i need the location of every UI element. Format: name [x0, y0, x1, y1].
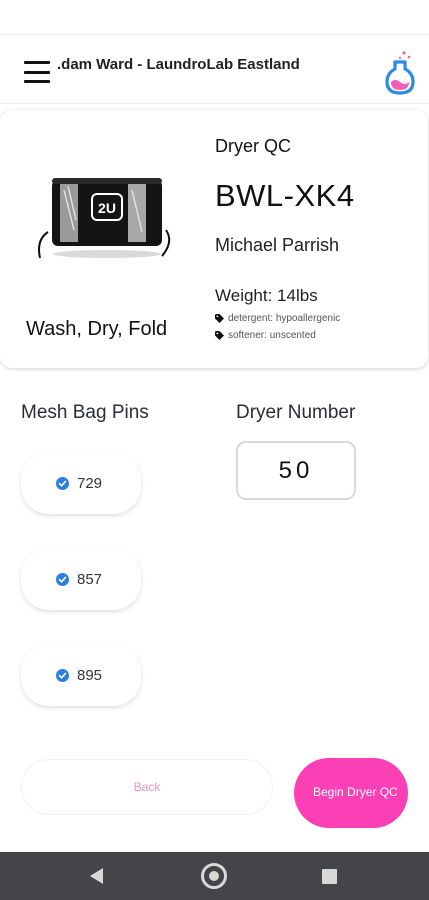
dryer-number-label: Dryer Number	[236, 402, 356, 423]
service-type: Wash, Dry, Fold	[26, 318, 168, 340]
order-card: 2U Wash, Dry, Fold Dryer QC BWL-XK4 Mich…	[0, 110, 428, 368]
qc-stage-label: Dryer QC	[215, 136, 291, 156]
order-weight: Weight: 14lbs	[215, 286, 318, 305]
tag-icon	[215, 314, 224, 323]
mesh-bag-pin[interactable]: 857	[21, 548, 141, 610]
check-circle-icon	[56, 476, 69, 490]
back-triangle-icon[interactable]	[90, 868, 103, 884]
tag-detergent: detergent: hypoallergenic	[215, 313, 340, 324]
tag-text: softener: unscented	[228, 330, 316, 341]
header-title: .dam Ward - LaundroLab Eastland	[57, 56, 300, 73]
recent-apps-square-icon[interactable]	[322, 869, 337, 884]
mesh-bag-pins-label: Mesh Bag Pins	[21, 402, 149, 423]
back-button[interactable]: Back	[21, 759, 273, 815]
check-circle-icon	[56, 668, 69, 682]
dryer-number-input[interactable]: 50	[236, 441, 356, 500]
laundry-bag-image: 2U	[38, 178, 171, 259]
bag-code: BWL-XK4	[215, 178, 355, 213]
pin-number: 729	[77, 474, 103, 492]
mesh-bag-pin[interactable]: 729	[21, 452, 141, 514]
tag-softener: softener: unscented	[215, 330, 316, 341]
laundrolab-logo-icon	[385, 51, 415, 95]
app-header: .dam Ward - LaundroLab Eastland	[0, 34, 429, 104]
bag-logo-text: 2U	[98, 200, 116, 216]
tag-icon	[215, 331, 224, 340]
tag-text: detergent: hypoallergenic	[228, 313, 341, 324]
pin-number: 857	[77, 570, 103, 588]
begin-dryer-qc-button[interactable]: Begin Dryer QC	[294, 758, 408, 828]
mesh-bag-pin[interactable]: 895	[21, 644, 141, 706]
customer-name: Michael Parrish	[215, 235, 340, 255]
hamburger-menu-icon[interactable]	[24, 61, 50, 83]
home-circle-icon[interactable]	[201, 863, 227, 889]
pin-number: 895	[77, 666, 103, 684]
check-circle-icon	[56, 572, 69, 586]
system-navigation-bar	[0, 852, 429, 900]
